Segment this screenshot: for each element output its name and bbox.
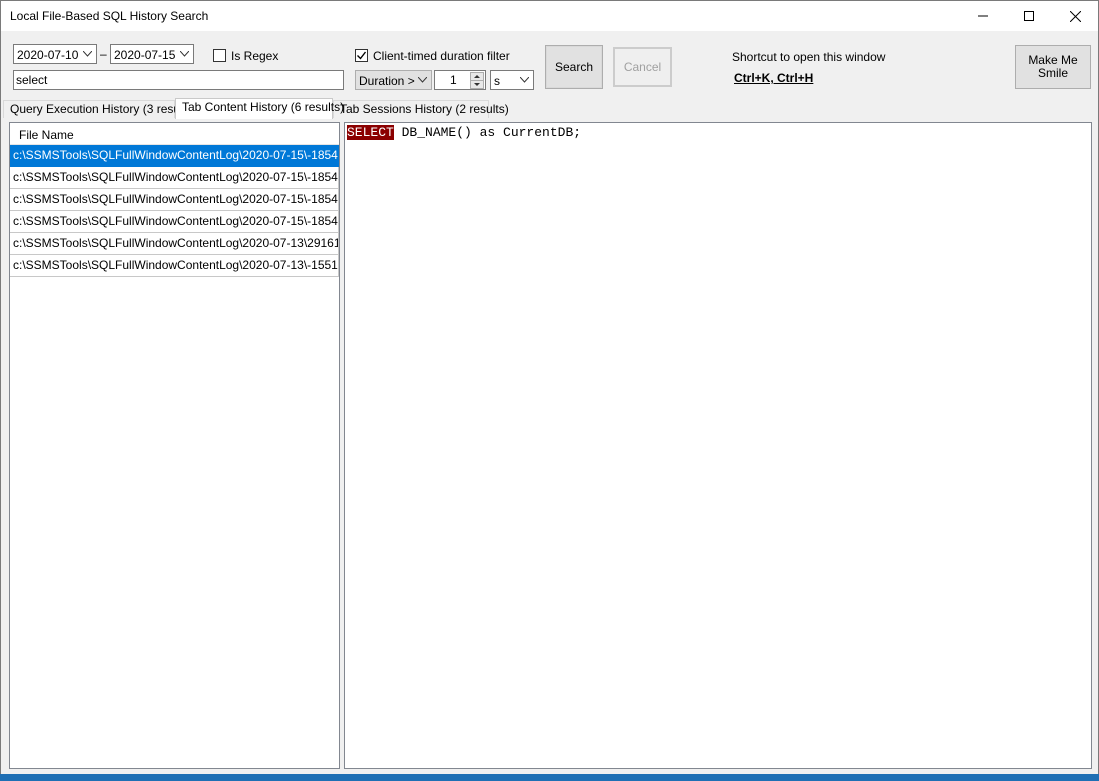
date-separator: – <box>100 47 107 61</box>
tab-query-execution-history[interactable]: Query Execution History (3 results) <box>3 100 196 118</box>
list-item[interactable]: c:\SSMSTools\SQLFullWindowContentLog\202… <box>10 167 339 189</box>
smile-label-line2: Smile <box>1037 66 1068 80</box>
duration-filter-label: Client-timed duration filter <box>373 49 510 63</box>
duration-operator-select[interactable]: Duration > <box>355 70 432 90</box>
sql-keyword-highlight: SELECT <box>347 125 394 140</box>
file-list[interactable]: File Name c:\SSMSTools\SQLFullWindowCont… <box>9 122 340 769</box>
column-header-label: File Name <box>19 128 74 142</box>
list-item[interactable]: c:\SSMSTools\SQLFullWindowContentLog\202… <box>10 189 339 211</box>
list-item[interactable]: c:\SSMSTools\SQLFullWindowContentLog\202… <box>10 255 339 277</box>
date-to-picker[interactable]: 2020-07-15 <box>110 44 194 64</box>
cancel-button[interactable]: Cancel <box>613 47 672 87</box>
taskbar-accent <box>0 774 1099 781</box>
code-line: SELECT DB_NAME() as CurrentDB; <box>347 125 581 140</box>
duration-value: 1 <box>450 73 457 87</box>
chevron-down-icon <box>520 77 529 83</box>
make-me-smile-button[interactable]: Make Me Smile <box>1015 45 1091 89</box>
content-preview[interactable]: SELECT DB_NAME() as CurrentDB; <box>344 122 1092 769</box>
date-to-value: 2020-07-15 <box>114 48 176 62</box>
duration-unit-value: s <box>494 74 500 88</box>
minimize-icon <box>978 15 988 17</box>
duration-unit-select[interactable]: s <box>490 70 534 90</box>
duration-filter-checkbox[interactable] <box>355 49 368 62</box>
sql-code-text: DB_NAME() as CurrentDB; <box>393 125 582 140</box>
close-button[interactable] <box>1052 1 1098 31</box>
list-item[interactable]: c:\SSMSTools\SQLFullWindowContentLog\202… <box>10 211 339 233</box>
shortcut-keys: Ctrl+K, Ctrl+H <box>734 71 814 85</box>
maximize-button[interactable] <box>1006 1 1052 31</box>
date-from-value: 2020-07-10 <box>17 48 79 62</box>
list-item[interactable]: c:\SSMSTools\SQLFullWindowContentLog\202… <box>10 145 339 167</box>
triangle-down-icon <box>474 83 480 86</box>
window-title: Local File-Based SQL History Search <box>10 9 209 23</box>
spin-down-button[interactable] <box>470 80 484 89</box>
title-bar[interactable]: Local File-Based SQL History Search <box>1 1 1098 31</box>
search-button[interactable]: Search <box>545 45 603 89</box>
chevron-down-icon <box>83 51 92 57</box>
checkmark-icon <box>357 51 367 60</box>
duration-operator-value: Duration > <box>359 74 415 88</box>
chevron-down-icon <box>180 51 189 57</box>
tab-tab-sessions-history[interactable]: Tab Sessions History (2 results) <box>333 100 509 118</box>
is-regex-label: Is Regex <box>231 49 279 63</box>
chevron-down-icon <box>418 77 427 83</box>
date-from-picker[interactable]: 2020-07-10 <box>13 44 97 64</box>
shortcut-label: Shortcut to open this window <box>732 50 886 64</box>
duration-value-stepper[interactable]: 1 <box>434 70 486 90</box>
list-item[interactable]: c:\SSMSTools\SQLFullWindowContentLog\202… <box>10 233 339 255</box>
search-input[interactable] <box>13 70 344 90</box>
triangle-up-icon <box>474 75 480 78</box>
maximize-icon <box>1024 11 1034 21</box>
tab-tab-content-history[interactable]: Tab Content History (6 results) <box>175 98 344 119</box>
app-window: Local File-Based SQL History Search 2020… <box>0 0 1099 781</box>
is-regex-checkbox[interactable] <box>213 49 226 62</box>
minimize-button[interactable] <box>960 1 1006 31</box>
close-icon <box>1069 10 1081 22</box>
column-header-file-name[interactable]: File Name <box>10 123 339 145</box>
search-text-field[interactable] <box>14 71 343 89</box>
